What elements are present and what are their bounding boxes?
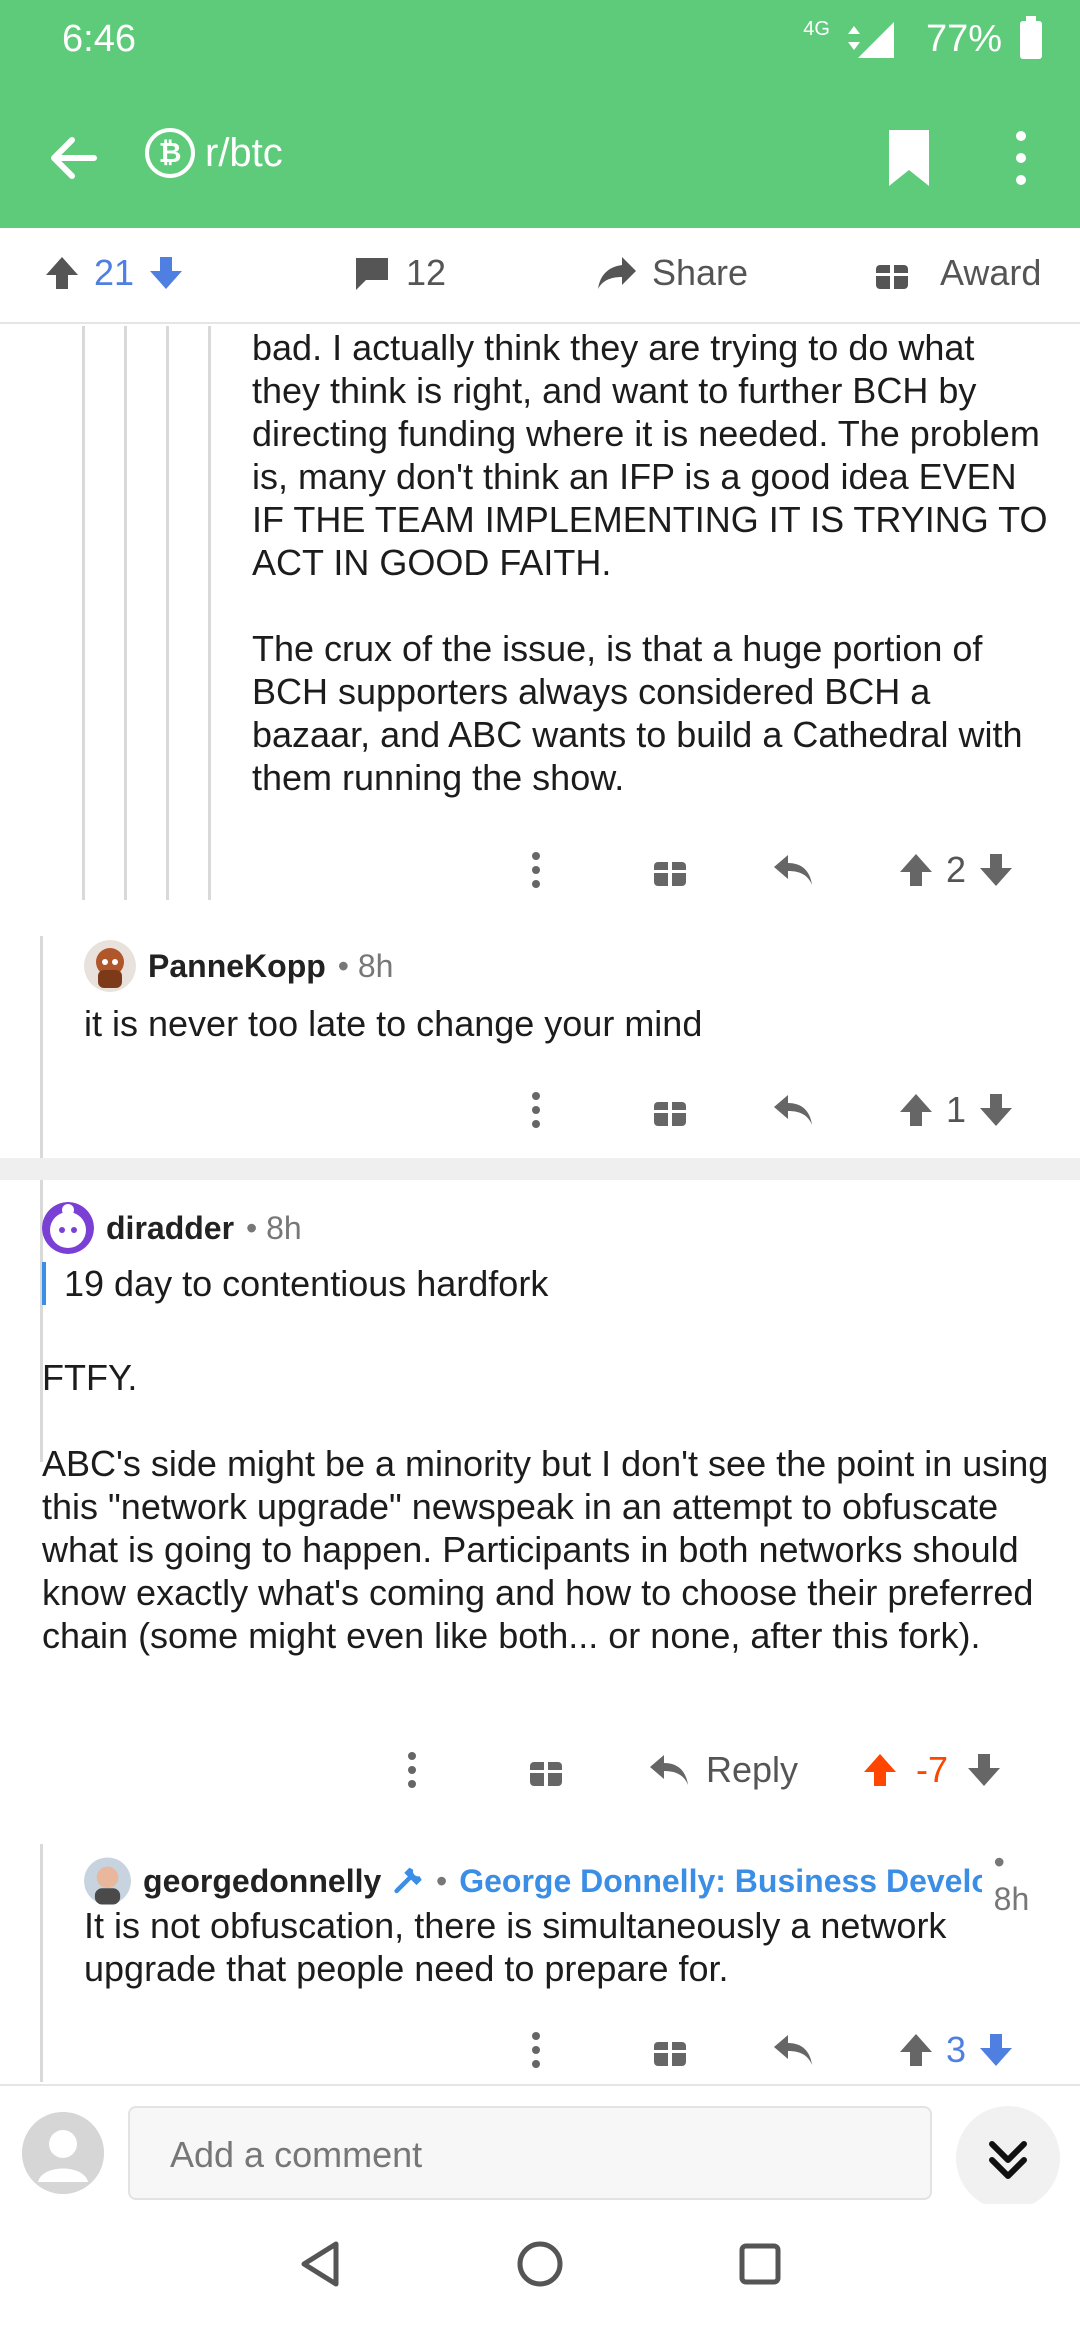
status-icons: 4G 77% — [803, 15, 1042, 61]
status-bar: 6:46 4G 77% — [0, 0, 1080, 84]
add-comment-input[interactable]: Add a comment — [128, 2106, 932, 2200]
back-triangle-icon[interactable] — [290, 2234, 350, 2294]
home-circle-icon[interactable] — [510, 2234, 570, 2294]
reply-icon[interactable] — [772, 853, 814, 887]
downvote-icon[interactable] — [978, 852, 1014, 888]
battery-level: 77% — [925, 18, 1002, 60]
gift-icon[interactable] — [652, 852, 688, 888]
post-vote-control: 21 — [44, 252, 184, 294]
age-text: 8h — [357, 947, 394, 984]
reply-icon[interactable] — [772, 1093, 814, 1127]
upvote-icon[interactable] — [44, 255, 80, 291]
avatar[interactable] — [84, 940, 136, 992]
comment-actions: 3 — [526, 2028, 1046, 2072]
flair-separator: • — [436, 1862, 448, 1899]
chevron-double-down-icon[interactable] — [956, 2106, 1060, 2210]
more-options-icon[interactable] — [530, 850, 542, 890]
author-name[interactable]: PanneKopp — [148, 948, 326, 985]
status-time: 6:46 — [62, 18, 136, 60]
thread-line[interactable] — [40, 1844, 43, 2082]
user-avatar-icon[interactable] — [22, 2112, 104, 2194]
comment-count: 12 — [406, 252, 447, 293]
comment-score: 3 — [946, 2029, 967, 2070]
upvote-icon[interactable] — [898, 852, 934, 888]
avatar[interactable] — [42, 1202, 94, 1254]
downvote-icon[interactable] — [148, 255, 184, 291]
more-options-icon[interactable] — [530, 1090, 542, 1130]
bookmark-icon[interactable] — [885, 128, 933, 188]
comment-age: • 8h — [246, 1209, 302, 1246]
comment-score: 1 — [946, 1089, 967, 1130]
thread-line[interactable] — [166, 326, 169, 900]
downvote-icon[interactable] — [966, 1752, 1002, 1788]
top-bar: 6:46 4G 77% ₿ r/btc — [0, 0, 1080, 228]
downvote-icon[interactable] — [978, 1092, 1014, 1128]
thread-line[interactable] — [124, 326, 127, 900]
recents-square-icon[interactable] — [730, 2234, 790, 2294]
comments-button[interactable]: 12 — [352, 252, 446, 294]
comment-score: -7 — [916, 1749, 949, 1790]
thread-line[interactable] — [208, 326, 211, 900]
battery-icon — [1020, 15, 1042, 59]
comment-author[interactable]: diradder • 8h — [42, 1202, 302, 1254]
comment-paragraph: ABC's side might be a minority but I don… — [42, 1443, 1049, 1656]
comment-body: It is not obfuscation, there is simultan… — [84, 1905, 947, 1989]
signal-icon: 4G — [803, 18, 830, 40]
gift-icon — [876, 259, 908, 289]
comment-icon — [356, 258, 388, 290]
gift-icon[interactable] — [652, 1092, 688, 1128]
cell-signal-icon — [847, 21, 894, 58]
upvote-icon[interactable] — [898, 1092, 934, 1128]
comment-paragraph: FTFY. — [42, 1357, 138, 1398]
share-label: Share — [652, 252, 749, 293]
more-options-icon[interactable] — [406, 1750, 418, 1790]
subreddit-link[interactable]: ₿ r/btc — [145, 128, 283, 178]
comment-body: FTFY. ABC's side might be a minority but… — [42, 1356, 1052, 1657]
author-name[interactable]: georgedonnelly — [143, 1863, 381, 1900]
quoted-text: 19 day to contentious hardfork — [42, 1262, 1042, 1305]
upvote-icon[interactable] — [862, 1752, 898, 1788]
post-score: 21 — [94, 252, 135, 293]
reply-icon — [650, 1755, 688, 1785]
navigation-bar — [0, 2204, 1080, 2340]
user-flair: George Donnelly: Business Develop... — [459, 1862, 982, 1899]
comment-composer: Add a comment — [0, 2084, 1080, 2210]
comment-body: it is never too late to change your mind — [84, 1003, 703, 1044]
reply-button[interactable]: Reply — [648, 1749, 798, 1791]
comment-paragraph: bad. I actually think they are trying to… — [252, 327, 1048, 583]
comment-thread[interactable]: bad. I actually think they are trying to… — [0, 326, 1080, 2082]
comment-body: bad. I actually think they are trying to… — [252, 326, 1052, 799]
bitcoin-icon: ₿ — [145, 128, 195, 178]
app-bar: ₿ r/btc — [0, 110, 1080, 200]
avatar[interactable] — [84, 1855, 132, 1907]
wrench-icon — [394, 1867, 422, 1894]
post-action-bar: 21 12 Share Award — [0, 228, 1080, 324]
more-options-icon[interactable] — [530, 2030, 542, 2070]
gift-icon[interactable] — [652, 2032, 688, 2068]
award-label: Award — [940, 252, 1042, 293]
share-button[interactable]: Share — [596, 252, 748, 294]
comment-age: • 8h — [337, 947, 394, 984]
comment-actions: 2 — [526, 848, 1046, 892]
upvote-icon[interactable] — [898, 2032, 934, 2068]
thread-separator — [0, 1158, 1080, 1180]
downvote-icon[interactable] — [978, 2032, 1014, 2068]
comment-paragraph: The crux of the issue, is that a huge po… — [252, 628, 1023, 798]
author-name[interactable]: diradder — [106, 1210, 234, 1247]
comment-actions: Reply -7 — [402, 1744, 1062, 1796]
overflow-menu-icon[interactable] — [1006, 128, 1036, 188]
age-text: 8h — [266, 1209, 302, 1246]
reply-icon[interactable] — [772, 2033, 814, 2067]
subreddit-name: r/btc — [205, 130, 283, 175]
share-icon — [598, 257, 636, 289]
back-arrow-icon[interactable] — [44, 128, 104, 188]
comment-actions: 1 — [526, 1088, 1046, 1132]
award-button[interactable]: Award — [874, 252, 1041, 294]
comment-score: 2 — [946, 849, 967, 890]
thread-line[interactable] — [82, 326, 85, 900]
comment-author[interactable]: PanneKopp • 8h — [84, 940, 393, 992]
gift-icon[interactable] — [528, 1752, 564, 1788]
reply-label: Reply — [706, 1749, 799, 1790]
